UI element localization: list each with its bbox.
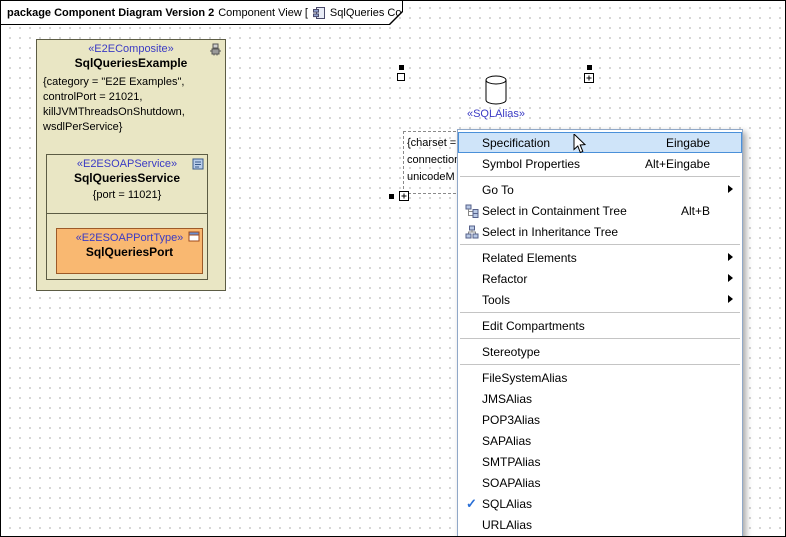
menu-item-select-in-containment-tree[interactable]: Select in Containment Tree Alt+B [458, 200, 742, 221]
port-stereotype: «E2ESOAPPortType» [57, 229, 202, 245]
component-diagram-icon [312, 6, 326, 20]
menu-item-sapalias[interactable]: SAPAlias [458, 430, 742, 451]
compartment-separator [47, 213, 207, 214]
service-stereotype: «E2ESOAPService» [47, 155, 207, 171]
composite-name: SqlQueriesExample [37, 56, 225, 71]
menu-separator [460, 312, 740, 313]
menu-separator [460, 338, 740, 339]
submenu-arrow-icon [728, 274, 733, 282]
shortcut-label: Alt+B [681, 204, 710, 218]
menu-item-specification[interactable]: Specification Eingabe [458, 132, 742, 153]
service-name: SqlQueriesService [47, 171, 207, 186]
sqlalias-stereotype-label[interactable]: «SQLAlias» [456, 108, 536, 120]
inheritance-tree-icon [461, 225, 482, 239]
menu-item-sqlalias[interactable]: ✓ SQLAlias [458, 493, 742, 514]
menu-item-filesystemalias[interactable]: FileSystemAlias [458, 367, 742, 388]
containment-tree-icon [461, 204, 482, 218]
composite-properties: {category = "E2E Examples", controlPort … [37, 71, 225, 135]
selection-handle[interactable] [587, 65, 592, 70]
menu-item-jmsalias[interactable]: JMSAlias [458, 388, 742, 409]
selection-handle-plus[interactable] [584, 73, 594, 83]
menu-item-soapalias[interactable]: SOAPAlias [458, 472, 742, 493]
menu-item-go-to[interactable]: Go To [458, 179, 742, 200]
port-sqlqueriesport[interactable]: «E2ESOAPPortType» SqlQueriesPort [56, 228, 203, 274]
selection-handle[interactable] [389, 194, 394, 199]
submenu-arrow-icon [728, 185, 733, 193]
checkmark-icon: ✓ [466, 497, 477, 510]
diagram-canvas[interactable]: package Component Diagram Version 2 Comp… [0, 0, 786, 537]
port-name: SqlQueriesPort [57, 245, 202, 260]
selection-handle[interactable] [399, 65, 404, 70]
menu-item-tools[interactable]: Tools [458, 289, 742, 310]
service-properties: {port = 11021} [47, 186, 207, 203]
port-icon [188, 231, 200, 242]
service-icon [192, 158, 204, 170]
diagram-name: SqlQueries Components [330, 7, 450, 19]
package-label: package Component Diagram Version 2 [7, 7, 214, 19]
diagram-frame-header: package Component Diagram Version 2 Comp… [1, 1, 402, 24]
menu-item-urlalias[interactable]: URLAlias [458, 514, 742, 535]
composite-icon [209, 43, 222, 56]
menu-separator [460, 176, 740, 177]
composite-sqlqueriesexample[interactable]: «E2EComposite» SqlQueriesExample {catego… [36, 39, 226, 291]
menu-item-pop3alias[interactable]: POP3Alias [458, 409, 742, 430]
shortcut-label: Eingabe [666, 136, 710, 150]
selection-handle-plus[interactable] [399, 191, 409, 201]
submenu-arrow-icon [728, 295, 733, 303]
composite-stereotype: «E2EComposite» [37, 40, 225, 56]
menu-item-edit-compartments[interactable]: Edit Compartments [458, 315, 742, 336]
menu-item-stereotype[interactable]: Stereotype [458, 341, 742, 362]
menu-separator [460, 244, 740, 245]
menu-item-smtpalias[interactable]: SMTPAlias [458, 451, 742, 472]
menu-separator [460, 364, 740, 365]
database-cylinder-icon[interactable] [485, 75, 507, 105]
component-sqlqueriesservice[interactable]: «E2ESOAPService» SqlQueriesService {port… [46, 154, 208, 280]
shortcut-label: Alt+Eingabe [645, 157, 710, 171]
menu-item-symbol-properties[interactable]: Symbol Properties Alt+Eingabe [458, 153, 742, 174]
menu-item-refactor[interactable]: Refactor [458, 268, 742, 289]
menu-item-related-elements[interactable]: Related Elements [458, 247, 742, 268]
menu-item-select-in-inheritance-tree[interactable]: Select in Inheritance Tree [458, 221, 742, 242]
selection-handle-open[interactable] [397, 73, 405, 81]
close-bracket: ] [454, 7, 457, 19]
context-menu: Specification Eingabe Symbol Properties … [457, 129, 743, 537]
submenu-arrow-icon [728, 253, 733, 261]
view-label: Component View [ [218, 7, 308, 19]
